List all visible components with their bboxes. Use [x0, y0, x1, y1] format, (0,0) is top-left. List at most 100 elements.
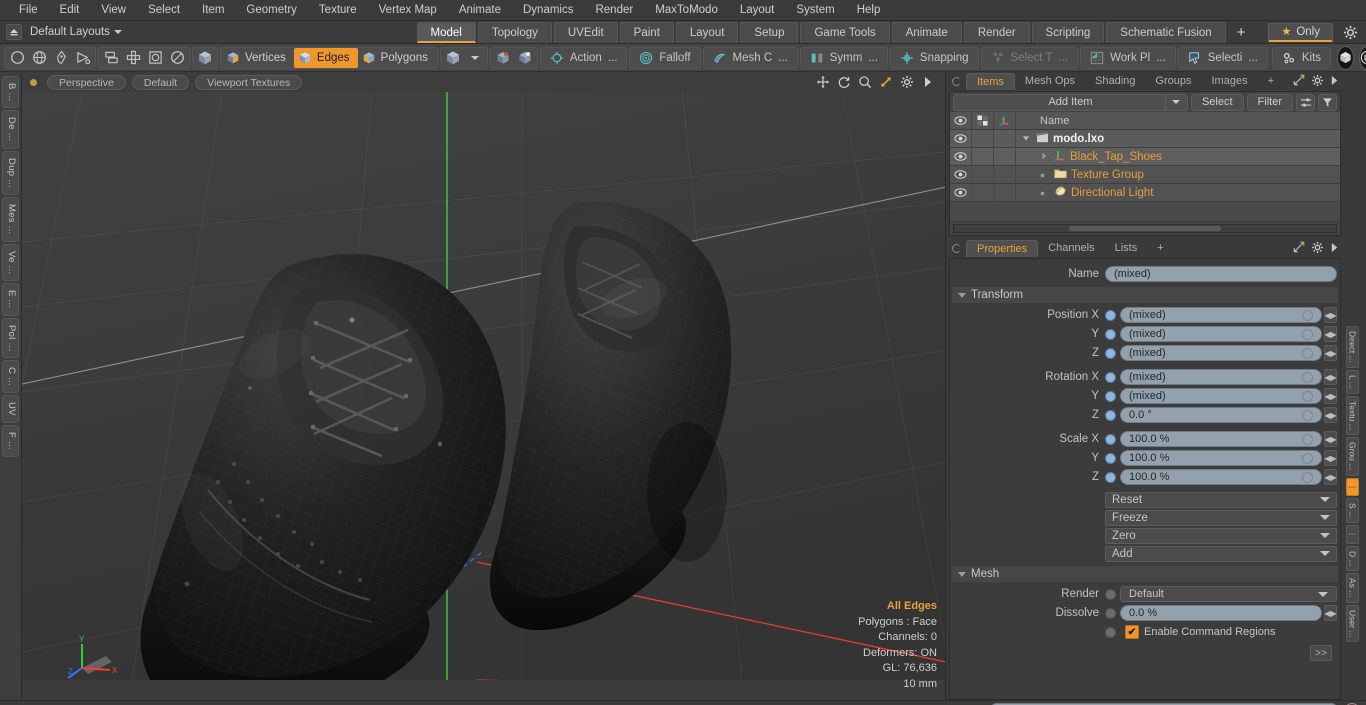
- left-tab-duplicate[interactable]: Dup ...: [2, 150, 19, 196]
- row-visibility-toggle[interactable]: [950, 166, 972, 183]
- curve-tool-icon[interactable]: [72, 48, 94, 68]
- left-tab-edge[interactable]: E ...: [2, 283, 19, 316]
- zero-chevron-down-icon[interactable]: [1320, 533, 1330, 538]
- viewport-projection-button[interactable]: Perspective: [47, 74, 126, 90]
- scale-z-field[interactable]: 100.0 %: [1120, 469, 1322, 485]
- properties-maximize-icon[interactable]: [1293, 241, 1305, 256]
- more-options-button[interactable]: >>: [1310, 645, 1332, 661]
- rotation-y-channel-dot-icon[interactable]: [1105, 390, 1116, 402]
- tab-topology[interactable]: Topology: [477, 21, 552, 43]
- row-transform-toggle[interactable]: [994, 166, 1016, 183]
- tab-channels[interactable]: Channels: [1038, 240, 1104, 257]
- menu-item-texture[interactable]: Texture: [308, 0, 368, 21]
- tab-animate[interactable]: Animate: [891, 21, 962, 43]
- menu-item-file[interactable]: File: [8, 0, 49, 21]
- action-center-button[interactable]: Action ...: [539, 46, 628, 69]
- add-chevron-down-icon[interactable]: [1320, 551, 1330, 556]
- row-transform-toggle[interactable]: [994, 130, 1016, 147]
- left-tab-deform[interactable]: De ...: [2, 110, 19, 149]
- freeze-dropdown[interactable]: Freeze: [1105, 509, 1337, 526]
- tab-model[interactable]: Model: [416, 21, 476, 43]
- position-x-knob-icon[interactable]: [1302, 309, 1313, 321]
- left-tab-vertex[interactable]: Ve ...: [2, 243, 19, 282]
- rotation-y-field[interactable]: (mixed): [1120, 388, 1322, 404]
- scale-y-spinner[interactable]: ◀▶: [1324, 450, 1337, 466]
- symmetry-button[interactable]: Symm ...: [799, 46, 888, 69]
- items-horizontal-scrollbar[interactable]: [953, 224, 1337, 233]
- settings-gear-icon[interactable]: [1343, 25, 1358, 40]
- menu-item-select[interactable]: Select: [137, 0, 191, 21]
- mesh-constraint-button[interactable]: Mesh C ...: [702, 46, 798, 69]
- tab-groups[interactable]: Groups: [1145, 73, 1201, 90]
- scale-x-channel-dot-icon[interactable]: [1105, 433, 1116, 445]
- zoom-icon[interactable]: [858, 75, 872, 89]
- position-z-spinner[interactable]: ◀▶: [1324, 345, 1337, 361]
- selection-sets-button[interactable]: Selecti ...: [1177, 46, 1268, 69]
- row-render-toggle[interactable]: [972, 166, 994, 183]
- position-x-spinner[interactable]: ◀▶: [1324, 307, 1337, 323]
- transform-disclosure-triangle-icon[interactable]: [958, 292, 966, 298]
- tab-game-tools[interactable]: Game Tools: [800, 21, 890, 43]
- viewport-gear-icon[interactable]: [900, 75, 914, 89]
- position-z-knob-icon[interactable]: [1302, 347, 1313, 359]
- extrude-tool-icon[interactable]: [122, 48, 144, 68]
- command-regions-checkbox[interactable]: ✔: [1125, 625, 1139, 639]
- position-z-channel-dot-icon[interactable]: [1105, 347, 1116, 359]
- name-field[interactable]: (mixed): [1105, 266, 1337, 282]
- rotation-x-channel-dot-icon[interactable]: [1105, 371, 1116, 383]
- properties-gear-icon[interactable]: [1311, 241, 1324, 257]
- row-transform-toggle[interactable]: [994, 184, 1016, 201]
- circle-primitive-icon[interactable]: [6, 48, 28, 68]
- row-transform-toggle[interactable]: [994, 148, 1016, 165]
- rotation-z-field[interactable]: 0.0 °: [1120, 407, 1322, 423]
- dissolve-spinner[interactable]: ◀▶: [1324, 605, 1337, 621]
- right-tab-more[interactable]: ⋮: [1345, 525, 1359, 544]
- tab-uvedit[interactable]: UVEdit: [553, 21, 618, 43]
- table-row[interactable]: modo.lxo: [950, 130, 1340, 148]
- tab-properties[interactable]: Properties: [966, 240, 1039, 257]
- render-dropdown[interactable]: Default: [1120, 586, 1337, 602]
- items-gear-icon[interactable]: [1311, 74, 1324, 90]
- reset-dropdown[interactable]: Reset: [1105, 491, 1337, 508]
- tab-paint[interactable]: Paint: [619, 21, 674, 43]
- row-visibility-toggle[interactable]: [950, 130, 972, 147]
- tree-collapse-triangle-icon[interactable]: [1040, 151, 1050, 163]
- viewport-shading-button[interactable]: Viewport Textures: [195, 74, 303, 90]
- items-maximize-icon[interactable]: [1293, 74, 1305, 89]
- tab-mesh-ops[interactable]: Mesh Ops: [1015, 73, 1085, 90]
- rotation-z-knob-icon[interactable]: [1302, 409, 1313, 421]
- position-y-field[interactable]: (mixed): [1120, 326, 1322, 342]
- falloff-button[interactable]: Falloff: [629, 46, 701, 69]
- left-tab-uv[interactable]: UV: [2, 394, 19, 423]
- pen-tool-icon[interactable]: [50, 48, 72, 68]
- move-icon[interactable]: [816, 75, 830, 89]
- inset-tool-icon[interactable]: [144, 48, 166, 68]
- add-dropdown[interactable]: Add: [1105, 545, 1337, 562]
- dissolve-field[interactable]: 0.0 %: [1120, 605, 1322, 621]
- work-plane-button[interactable]: Work Pl ...: [1080, 46, 1176, 69]
- menu-item-maxtomodo[interactable]: MaxToModo: [644, 0, 729, 21]
- viewport-preset-button[interactable]: Default: [131, 74, 190, 90]
- layout-name[interactable]: Default Layouts: [30, 26, 110, 38]
- row-visibility-toggle[interactable]: [950, 184, 972, 201]
- left-tab-basic[interactable]: B ...: [2, 76, 19, 109]
- right-tab-shader[interactable]: S ...: [1345, 498, 1359, 524]
- layout-chevron-down-icon[interactable]: [113, 30, 122, 34]
- scale-z-spinner[interactable]: ◀▶: [1324, 469, 1337, 485]
- tab-items[interactable]: Items: [966, 73, 1015, 90]
- rotation-x-spinner[interactable]: ◀▶: [1324, 369, 1337, 385]
- tab-schematic-fusion[interactable]: Schematic Fusion: [1106, 21, 1226, 43]
- left-tab-mesh-edit[interactable]: Mes ...: [2, 197, 19, 242]
- add-item-button[interactable]: Add Item: [953, 93, 1188, 111]
- viewport-3d-canvas[interactable]: Y X Z All Edges Polygons : Face Channels…: [22, 92, 945, 700]
- rotation-x-knob-icon[interactable]: [1302, 371, 1313, 383]
- tab-images[interactable]: Images: [1202, 73, 1258, 90]
- items-filter-button[interactable]: Filter: [1246, 93, 1293, 111]
- menu-item-edit[interactable]: Edit: [49, 0, 91, 21]
- fit-view-icon[interactable]: [879, 75, 893, 89]
- menu-item-vertex-map[interactable]: Vertex Map: [368, 0, 448, 21]
- position-y-spinner[interactable]: ◀▶: [1324, 326, 1337, 342]
- item-mode-icon[interactable]: [194, 48, 216, 68]
- rotation-z-channel-dot-icon[interactable]: [1105, 409, 1116, 421]
- collapse-up-icon[interactable]: [6, 24, 22, 40]
